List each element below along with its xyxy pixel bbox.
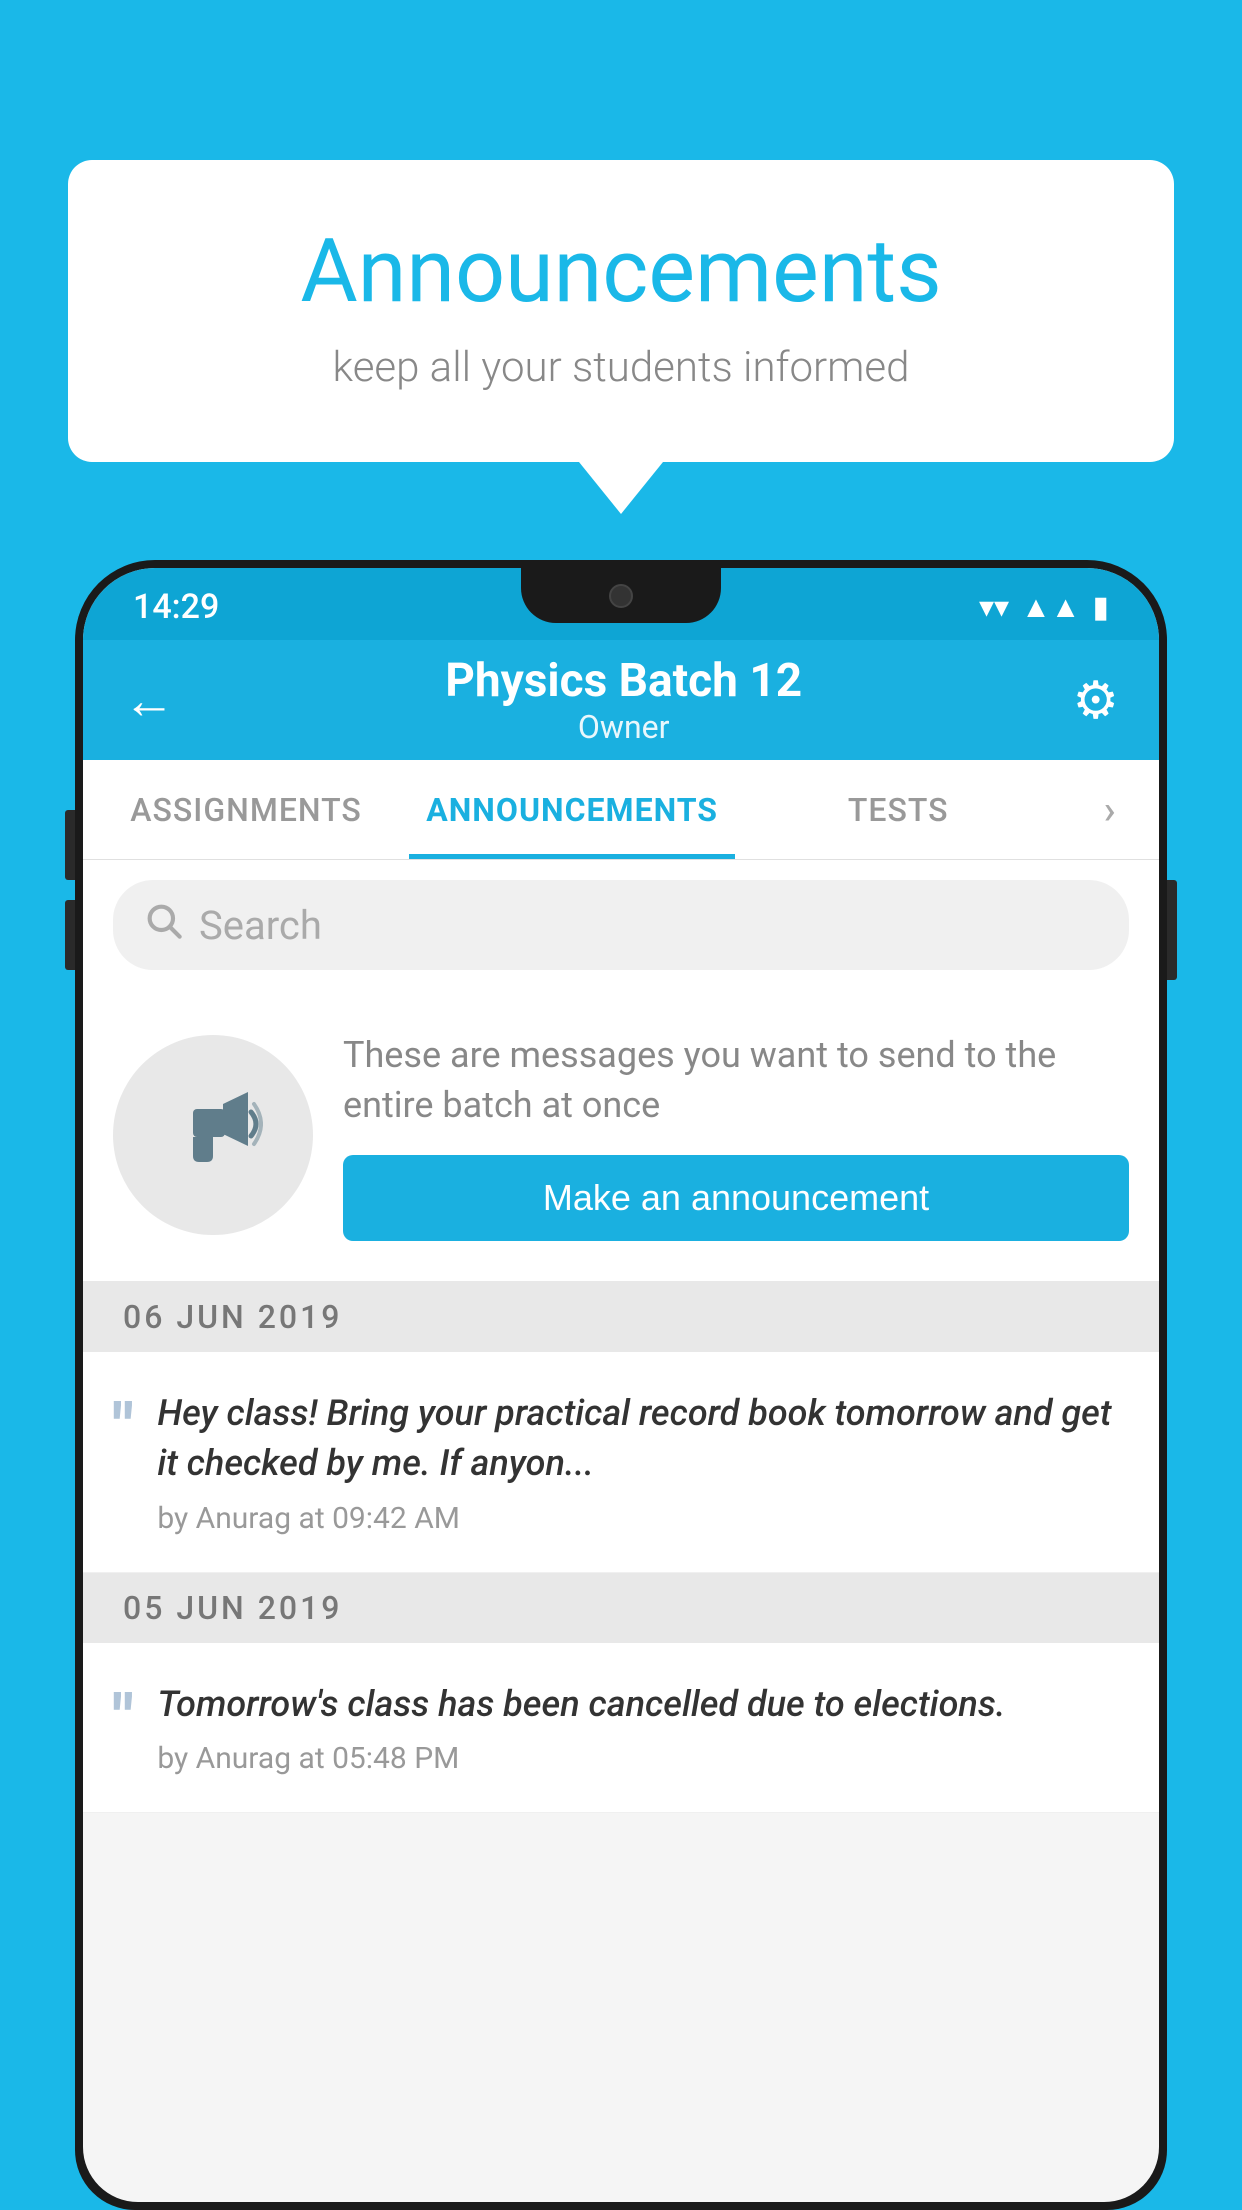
search-bar[interactable]: Search <box>113 880 1129 970</box>
signal-icon: ▲▲ <box>1021 590 1080 625</box>
power-button <box>1167 880 1177 980</box>
back-button[interactable]: ← <box>123 670 175 731</box>
announcement-content-2: Tomorrow's class has been cancelled due … <box>157 1679 1129 1776</box>
quote-icon-1: " <box>113 1396 133 1460</box>
make-announcement-button[interactable]: Make an announcement <box>343 1155 1129 1241</box>
announcement-meta-2: by Anurag at 05:48 PM <box>157 1741 1129 1776</box>
announcement-message-1: Hey class! Bring your practical record b… <box>157 1388 1129 1489</box>
volume-up-button <box>65 810 75 880</box>
bubble-subtitle: keep all your students informed <box>118 343 1124 392</box>
status-time: 14:29 <box>133 587 219 627</box>
front-camera <box>609 584 633 608</box>
settings-icon[interactable]: ⚙ <box>1072 670 1119 731</box>
search-container: Search <box>83 860 1159 990</box>
speech-bubble-card: Announcements keep all your students inf… <box>68 160 1174 462</box>
phone-device: 14:29 ▾▾ ▲▲ ▮ ← Physics Batch 12 Owner ⚙ <box>75 560 1167 2208</box>
announcement-item-2[interactable]: " Tomorrow's class has been cancelled du… <box>83 1643 1159 1813</box>
volume-down-button <box>65 900 75 970</box>
announcement-content-1: Hey class! Bring your practical record b… <box>157 1388 1129 1536</box>
promo-description: These are messages you want to send to t… <box>343 1030 1129 1131</box>
phone-body: 14:29 ▾▾ ▲▲ ▮ ← Physics Batch 12 Owner ⚙ <box>75 560 1167 2210</box>
search-icon <box>143 900 183 950</box>
tab-assignments[interactable]: ASSIGNMENTS <box>83 760 409 859</box>
speech-bubble-section: Announcements keep all your students inf… <box>68 160 1174 514</box>
date-separator-1: 06 JUN 2019 <box>83 1282 1159 1352</box>
tabs-bar: ASSIGNMENTS ANNOUNCEMENTS TESTS › <box>83 760 1159 860</box>
phone-screen: 14:29 ▾▾ ▲▲ ▮ ← Physics Batch 12 Owner ⚙ <box>83 568 1159 2202</box>
wifi-icon: ▾▾ <box>979 590 1009 625</box>
search-placeholder: Search <box>199 902 322 949</box>
bubble-title: Announcements <box>118 220 1124 323</box>
header-subtitle: Owner <box>175 708 1072 746</box>
promo-block: These are messages you want to send to t… <box>83 990 1159 1282</box>
megaphone-icon <box>163 1074 263 1196</box>
phone-notch <box>521 568 721 623</box>
app-header: ← Physics Batch 12 Owner ⚙ <box>83 640 1159 760</box>
tab-announcements[interactable]: ANNOUNCEMENTS <box>409 760 735 859</box>
header-title-group: Physics Batch 12 Owner <box>175 654 1072 746</box>
status-icons: ▾▾ ▲▲ ▮ <box>979 590 1109 625</box>
promo-content: These are messages you want to send to t… <box>343 1030 1129 1241</box>
announcement-item-1[interactable]: " Hey class! Bring your practical record… <box>83 1352 1159 1573</box>
header-title: Physics Batch 12 <box>175 654 1072 708</box>
date-separator-2: 05 JUN 2019 <box>83 1573 1159 1643</box>
announcement-message-2: Tomorrow's class has been cancelled due … <box>157 1679 1129 1729</box>
promo-icon-circle <box>113 1035 313 1235</box>
announcement-meta-1: by Anurag at 09:42 AM <box>157 1501 1129 1536</box>
battery-icon: ▮ <box>1092 590 1109 625</box>
tab-more[interactable]: › <box>1061 760 1159 859</box>
quote-icon-2: " <box>113 1687 133 1751</box>
bubble-arrow <box>579 462 663 514</box>
tab-tests[interactable]: TESTS <box>735 760 1061 859</box>
